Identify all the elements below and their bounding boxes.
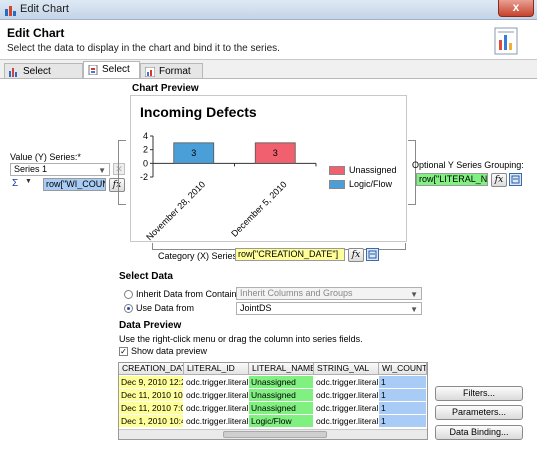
inherit-columns-select[interactable]: Inherit Columns and Groups ▼: [236, 287, 422, 300]
column-header[interactable]: WI_COUNT: [379, 363, 427, 375]
table-cell[interactable]: Logic/Flow: [249, 415, 313, 427]
data-binding-button[interactable]: Data Binding...: [435, 425, 523, 440]
table-cell[interactable]: Dec 11, 2010 7:03 PI: [119, 402, 183, 414]
table-cell[interactable]: Dec 11, 2010 10:54 A: [119, 389, 183, 401]
category-label: November 28, 2010: [144, 179, 207, 242]
format-chart-icon: [145, 67, 155, 77]
parameters-button[interactable]: Parameters...: [435, 405, 523, 420]
data-label: 3: [273, 148, 278, 158]
table-cell[interactable]: odc.trigger.literal.l: [314, 376, 378, 388]
legend-label-logic-flow: Logic/Flow: [349, 179, 393, 189]
series-select-value: Series 1: [14, 164, 48, 174]
bracket-right: [408, 140, 416, 205]
dataset-select-value: JointDS: [240, 303, 272, 313]
data-preview-table[interactable]: CREATION_DATELITERAL_IDLITERAL_NAMESTRIN…: [118, 362, 428, 440]
y-tick-label: 2: [143, 145, 148, 155]
chevron-down-icon: ▼: [410, 290, 418, 299]
horizontal-scrollbar[interactable]: [119, 429, 427, 439]
table-cell[interactable]: Unassigned: [249, 389, 313, 401]
table-cell[interactable]: odc.trigger.literal.k: [184, 415, 248, 427]
grouping-expression[interactable]: row["LITERAL_NAM: [416, 173, 488, 186]
select-data-heading: Select Data: [119, 271, 173, 282]
grouping-fx-button[interactable]: fx: [491, 173, 507, 187]
show-preview-checkbox[interactable]: ✓: [119, 347, 128, 356]
category-sort-icon[interactable]: [366, 248, 379, 261]
chart-type-icon: [9, 68, 17, 77]
table-cell[interactable]: Unassigned: [249, 402, 313, 414]
data-icon: [88, 65, 98, 75]
chart-document-icon: [494, 27, 518, 55]
column-header[interactable]: LITERAL_ID: [184, 363, 249, 375]
close-button[interactable]: x: [498, 0, 534, 17]
tab-strip: Select Chart Type Select Data Format Cha…: [0, 61, 537, 92]
chevron-down-icon: ▼: [410, 305, 418, 314]
inherit-data-radio[interactable]: [124, 290, 133, 299]
chart-app-icon: [5, 6, 16, 16]
data-preview-heading: Data Preview: [119, 320, 182, 331]
tab-format-chart[interactable]: Format Chart: [140, 63, 203, 92]
category-series-expression[interactable]: row["CREATION_DATE"]: [235, 248, 345, 261]
table-cell[interactable]: 1: [379, 389, 426, 401]
category-series-label: Category (X) Series:*: [158, 251, 244, 261]
table-cell[interactable]: odc.trigger.literal.l: [184, 402, 248, 414]
dialog-header: Edit Chart Select the data to display in…: [0, 20, 537, 60]
data-preview-hint: Use the right-click menu or drag the col…: [119, 334, 363, 344]
legend-label-unassigned: Unassigned: [349, 165, 397, 175]
dataset-select[interactable]: JointDS ▼: [236, 302, 422, 315]
chart-preview-heading: Chart Preview: [132, 83, 199, 94]
table-cell[interactable]: Dec 1, 2010 10:41 PI: [119, 415, 183, 427]
inherit-data-label: Inherit Data from Container: [136, 289, 245, 299]
table-cell[interactable]: odc.trigger.literal.l: [184, 389, 248, 401]
table-cell[interactable]: 1: [379, 402, 426, 414]
title-bar: Edit Chart x: [0, 0, 537, 20]
legend-swatch-unassigned: [329, 166, 345, 175]
inherit-columns-value: Inherit Columns and Groups: [240, 288, 353, 298]
category-fx-button[interactable]: fx: [348, 248, 364, 262]
y-tick-label: -2: [140, 172, 148, 182]
chevron-down-icon[interactable]: ▼: [25, 178, 32, 185]
chevron-down-icon: ▼: [98, 166, 106, 175]
column-header[interactable]: CREATION_DATE: [119, 363, 184, 375]
scrollbar-thumb[interactable]: [223, 431, 327, 438]
table-cell[interactable]: odc.trigger.literal.l: [314, 389, 378, 401]
use-data-radio[interactable]: [124, 304, 133, 313]
tab-select-chart-type[interactable]: Select Chart Type: [4, 63, 83, 92]
y-tick-label: 4: [143, 131, 148, 141]
show-preview-label: Show data preview: [131, 346, 208, 356]
header-title: Edit Chart: [7, 26, 65, 40]
window-title: Edit Chart: [20, 3, 69, 15]
sigma-icon[interactable]: Σ: [12, 178, 18, 189]
y-tick-label: 0: [143, 158, 148, 168]
table-cell[interactable]: Dec 9, 2010 12:25 AI: [119, 376, 183, 388]
grouping-label: Optional Y Series Grouping:: [412, 160, 524, 170]
use-data-label: Use Data from: [136, 303, 195, 313]
legend-swatch-logic-flow: [329, 180, 345, 189]
chart-preview: Incoming Defects 4 2 0 -2 3 November 28, 2010…: [130, 95, 407, 242]
header-description: Select the data to display in the chart …: [7, 43, 280, 54]
table-cell[interactable]: Unassigned: [249, 376, 313, 388]
tab-select-data[interactable]: Select Data: [83, 61, 140, 90]
column-header[interactable]: STRING_VAL: [314, 363, 379, 375]
grouping-sort-icon[interactable]: [509, 173, 522, 186]
series-select[interactable]: Series 1 ▼: [10, 163, 110, 176]
filters-button[interactable]: Filters...: [435, 386, 523, 401]
category-label: December 5, 2010: [229, 179, 288, 238]
table-cell[interactable]: odc.trigger.literal.l: [184, 376, 248, 388]
table-cell[interactable]: odc.trigger.literal.l: [314, 415, 378, 427]
column-header[interactable]: LITERAL_NAME: [249, 363, 314, 375]
table-cell[interactable]: 1: [379, 376, 426, 388]
bracket-left: [118, 140, 126, 205]
table-cell[interactable]: odc.trigger.literal.l: [314, 402, 378, 414]
value-series-expression[interactable]: row["WI_COUNT: [43, 178, 106, 191]
table-cell[interactable]: 1: [379, 415, 426, 427]
data-label: 3: [191, 148, 196, 158]
value-series-label: Value (Y) Series:*: [10, 152, 81, 162]
